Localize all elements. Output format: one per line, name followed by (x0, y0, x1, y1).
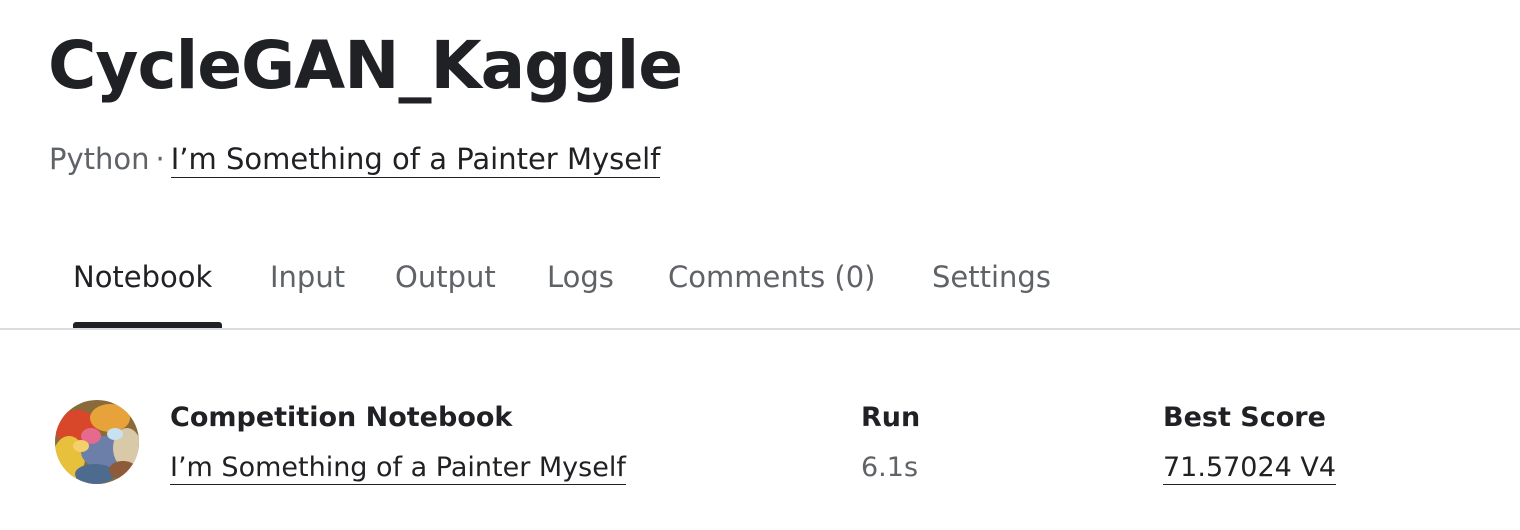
run-time-value: 6.1s (861, 452, 919, 483)
tab-bar: Notebook Input Output Logs Comments (0) … (0, 232, 1520, 330)
notebook-subtitle: Python · I’m Something of a Painter Myself (49, 142, 661, 178)
notebook-title: CycleGAN_Kaggle (48, 27, 683, 104)
competition-link[interactable]: I’m Something of a Painter Myself (170, 142, 661, 178)
active-tab-indicator (73, 322, 222, 328)
competition-name-link[interactable]: I’m Something of a Painter Myself (170, 452, 626, 485)
tab-logs[interactable]: Logs (547, 260, 614, 294)
tab-comments[interactable]: Comments (0) (668, 260, 876, 294)
best-score-label: Best Score (1163, 402, 1326, 433)
painting-thumbnail-icon (55, 400, 139, 484)
tab-output[interactable]: Output (395, 260, 496, 294)
competition-notebook-label: Competition Notebook (170, 402, 513, 433)
language-label: Python (49, 142, 150, 176)
competition-avatar-icon[interactable] (55, 400, 139, 484)
best-score-link[interactable]: 71.57024 V4 (1163, 452, 1337, 485)
subtitle-separator: · (155, 142, 165, 176)
tab-input[interactable]: Input (270, 260, 345, 294)
run-label: Run (861, 402, 921, 433)
tab-notebook[interactable]: Notebook (73, 260, 212, 294)
tab-settings[interactable]: Settings (932, 260, 1051, 294)
